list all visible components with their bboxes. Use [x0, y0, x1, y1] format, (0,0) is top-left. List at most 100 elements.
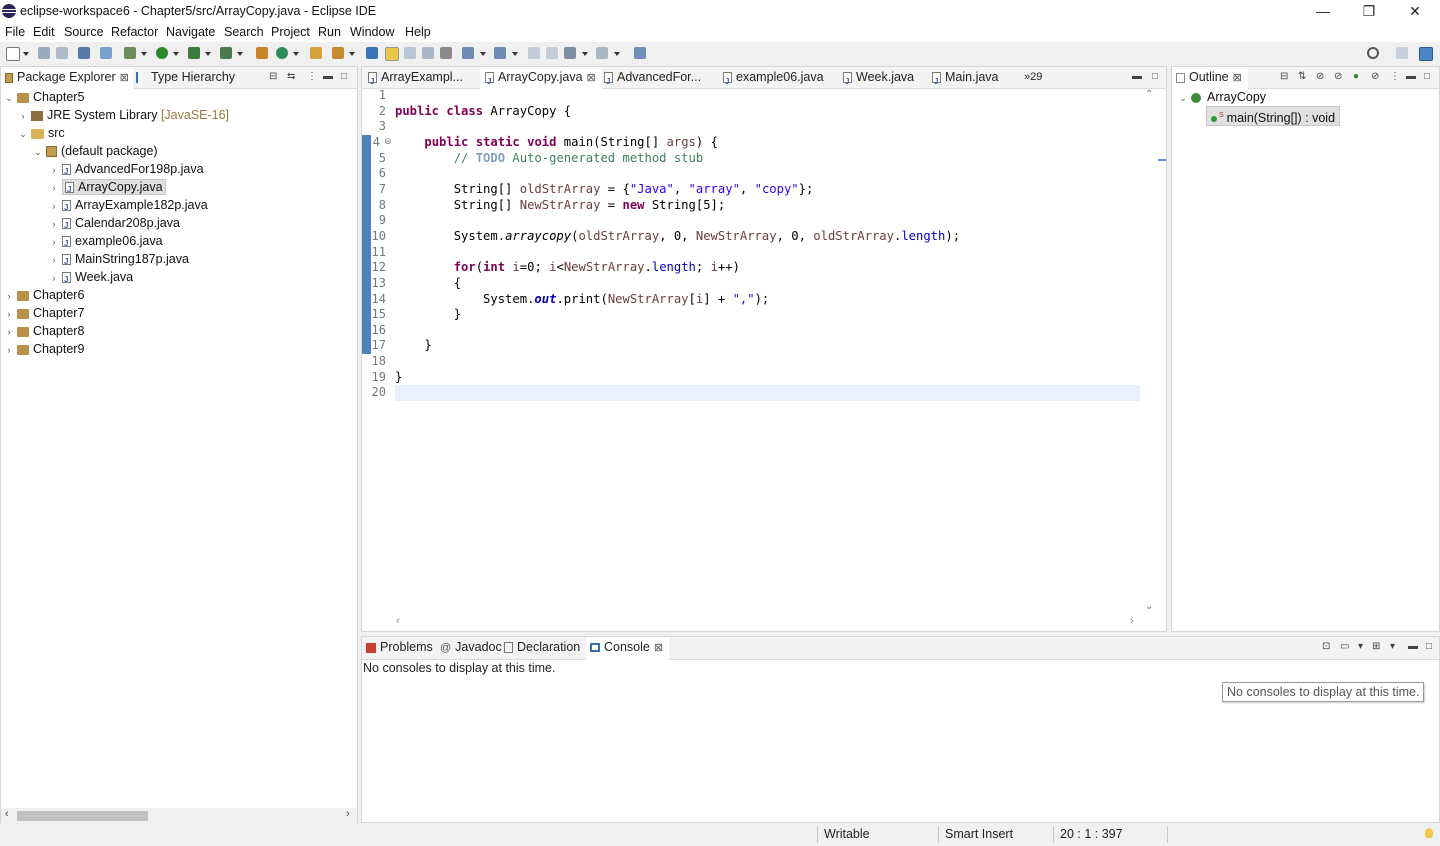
- tree-item-file[interactable]: › Calendar208p.java: [49, 214, 180, 235]
- menu-run[interactable]: Run: [318, 25, 341, 39]
- debug-icon[interactable]: [124, 47, 136, 59]
- chevron-down-icon[interactable]: [293, 52, 299, 56]
- chevron-down-icon[interactable]: [205, 52, 211, 56]
- chevron-down-icon[interactable]: ⌄: [18, 125, 28, 143]
- tab-javadoc[interactable]: @ Javadoc: [440, 637, 502, 658]
- tree-item-chapter9[interactable]: › Chapter9: [4, 340, 85, 359]
- run-icon[interactable]: [156, 47, 168, 59]
- chevron-down-icon[interactable]: ▾: [1358, 641, 1363, 652]
- maximize-view-icon[interactable]: □: [1426, 641, 1432, 652]
- code-line[interactable]: }: [395, 338, 431, 354]
- chevron-down-icon[interactable]: ⌄: [33, 143, 43, 161]
- chevron-down-icon[interactable]: [512, 52, 518, 56]
- maximize-view-icon[interactable]: □: [1152, 71, 1158, 82]
- display-console-icon[interactable]: ▭: [1340, 641, 1349, 652]
- tree-item-file[interactable]: › ArrayExample182p.java: [49, 196, 208, 217]
- tree-item-file[interactable]: › Week.java: [49, 268, 134, 289]
- word-wrap-icon[interactable]: [422, 47, 434, 59]
- editor-tab-active[interactable]: ArrayCopy.java ⊠: [480, 67, 602, 92]
- tree-item-file-selected[interactable]: › ArrayCopy.java: [49, 178, 166, 199]
- previous-annotation-icon[interactable]: [494, 47, 506, 59]
- collapse-all-icon[interactable]: ⊟: [269, 71, 277, 82]
- close-button[interactable]: ✕: [1392, 0, 1438, 23]
- code-line[interactable]: }: [395, 307, 461, 323]
- toggle-highlight-icon[interactable]: [385, 47, 399, 61]
- code-line[interactable]: System.arraycopy(oldStrArray, 0, NewStrA…: [395, 229, 960, 245]
- tab-declaration[interactable]: Declaration: [504, 637, 580, 658]
- scroll-down-icon[interactable]: ⌄: [1145, 601, 1153, 612]
- search-tool-icon[interactable]: [332, 47, 344, 59]
- maximize-button[interactable]: ❐: [1346, 0, 1392, 23]
- save-icon[interactable]: [38, 47, 50, 59]
- tree-item-chapter5[interactable]: ⌄ Chapter5: [4, 88, 84, 106]
- code-line[interactable]: // TODO Auto-generated method stub: [395, 151, 704, 167]
- menu-help[interactable]: Help: [405, 25, 431, 39]
- new-java-project-icon[interactable]: [256, 47, 268, 59]
- editor-tab[interactable]: Main.java: [932, 67, 999, 92]
- chevron-right-icon[interactable]: ›: [49, 269, 59, 287]
- tab-outline[interactable]: Outline ⊠: [1172, 67, 1248, 90]
- chevron-right-icon[interactable]: ›: [4, 341, 14, 359]
- overview-ruler-marker[interactable]: [1158, 159, 1166, 161]
- view-menu-icon[interactable]: ⋮: [307, 71, 317, 82]
- menu-file[interactable]: File: [5, 25, 25, 39]
- scroll-up-icon[interactable]: ⌃: [1145, 89, 1153, 100]
- tab-problems[interactable]: Problems: [366, 637, 433, 658]
- save-all-icon[interactable]: [56, 47, 68, 59]
- menu-search[interactable]: Search: [224, 25, 264, 39]
- tree-item-default-package[interactable]: ⌄ (default package): [33, 142, 157, 161]
- close-icon[interactable]: ⊠: [120, 72, 129, 84]
- sort-icon[interactable]: ⇅: [1298, 71, 1306, 82]
- chevron-down-icon[interactable]: [23, 52, 29, 56]
- chevron-right-icon[interactable]: ›: [49, 215, 59, 233]
- tab-package-explorer[interactable]: Package Explorer ⊠: [1, 67, 133, 90]
- chevron-right-icon[interactable]: ›: [4, 323, 14, 341]
- chevron-right-icon[interactable]: ›: [4, 305, 14, 323]
- scroll-left-icon[interactable]: ‹: [5, 808, 9, 820]
- external-tools-icon[interactable]: [220, 47, 232, 59]
- view-menu-icon[interactable]: ⋮: [1390, 71, 1400, 82]
- close-icon[interactable]: ⊠: [1233, 72, 1242, 84]
- open-console-icon[interactable]: ⊞: [1372, 641, 1380, 652]
- tree-item-file[interactable]: › AdvancedFor198p.java: [49, 160, 204, 181]
- editor-tab[interactable]: example06.java: [723, 67, 824, 92]
- editor-vertical-scrollbar[interactable]: ⌃ ⌄: [1142, 89, 1157, 617]
- code-line[interactable]: public static void main(String[] args) {: [395, 135, 718, 151]
- scroll-right-icon[interactable]: ›: [346, 808, 350, 820]
- maximize-view-icon[interactable]: □: [341, 71, 347, 82]
- chevron-down-icon[interactable]: ▾: [1390, 641, 1395, 652]
- editor-tab[interactable]: AdvancedFor...: [604, 67, 701, 92]
- collapse-all-icon[interactable]: ⊟: [1280, 71, 1288, 82]
- chevron-down-icon[interactable]: [480, 52, 486, 56]
- menu-refactor[interactable]: Refactor: [111, 25, 158, 39]
- scroll-right-icon[interactable]: ›: [1130, 615, 1134, 627]
- horizontal-scrollbar[interactable]: ‹ ›: [1, 808, 357, 823]
- code-line[interactable]: for(int i=0; i<NewStrArray.length; i++): [395, 260, 740, 276]
- menu-window[interactable]: Window: [350, 25, 394, 39]
- chevron-right-icon[interactable]: ›: [4, 287, 14, 305]
- chevron-down-icon[interactable]: [173, 52, 179, 56]
- last-edit-icon[interactable]: [528, 47, 540, 59]
- hide-fields-icon[interactable]: ⊘: [1316, 71, 1324, 82]
- chevron-right-icon[interactable]: ›: [49, 233, 59, 251]
- menu-edit[interactable]: Edit: [33, 25, 55, 39]
- block-selection-icon[interactable]: [404, 47, 416, 59]
- open-perspective-icon[interactable]: [1396, 47, 1408, 59]
- close-icon[interactable]: ⊠: [587, 72, 596, 84]
- code-line[interactable]: }: [395, 370, 402, 386]
- tree-item-file[interactable]: › example06.java: [49, 232, 163, 253]
- tab-type-hierarchy[interactable]: Type Hierarchy: [134, 67, 235, 88]
- java-perspective-icon[interactable]: [1419, 47, 1433, 61]
- chevron-down-icon[interactable]: [237, 52, 243, 56]
- hide-static-icon[interactable]: ⊘: [1334, 71, 1342, 82]
- chevron-down-icon[interactable]: ⌄: [4, 89, 14, 107]
- coverage-icon[interactable]: [188, 47, 200, 59]
- minimize-view-icon[interactable]: ▬: [1132, 71, 1142, 82]
- code-line[interactable]: {: [395, 276, 461, 292]
- chevron-down-icon[interactable]: [614, 52, 620, 56]
- minimize-view-icon[interactable]: ▬: [1406, 71, 1416, 82]
- link-editor-icon[interactable]: ⇆: [287, 71, 295, 82]
- chevron-down-icon[interactable]: [141, 52, 147, 56]
- next-annotation-icon[interactable]: [462, 47, 474, 59]
- minimize-button[interactable]: —: [1300, 0, 1346, 23]
